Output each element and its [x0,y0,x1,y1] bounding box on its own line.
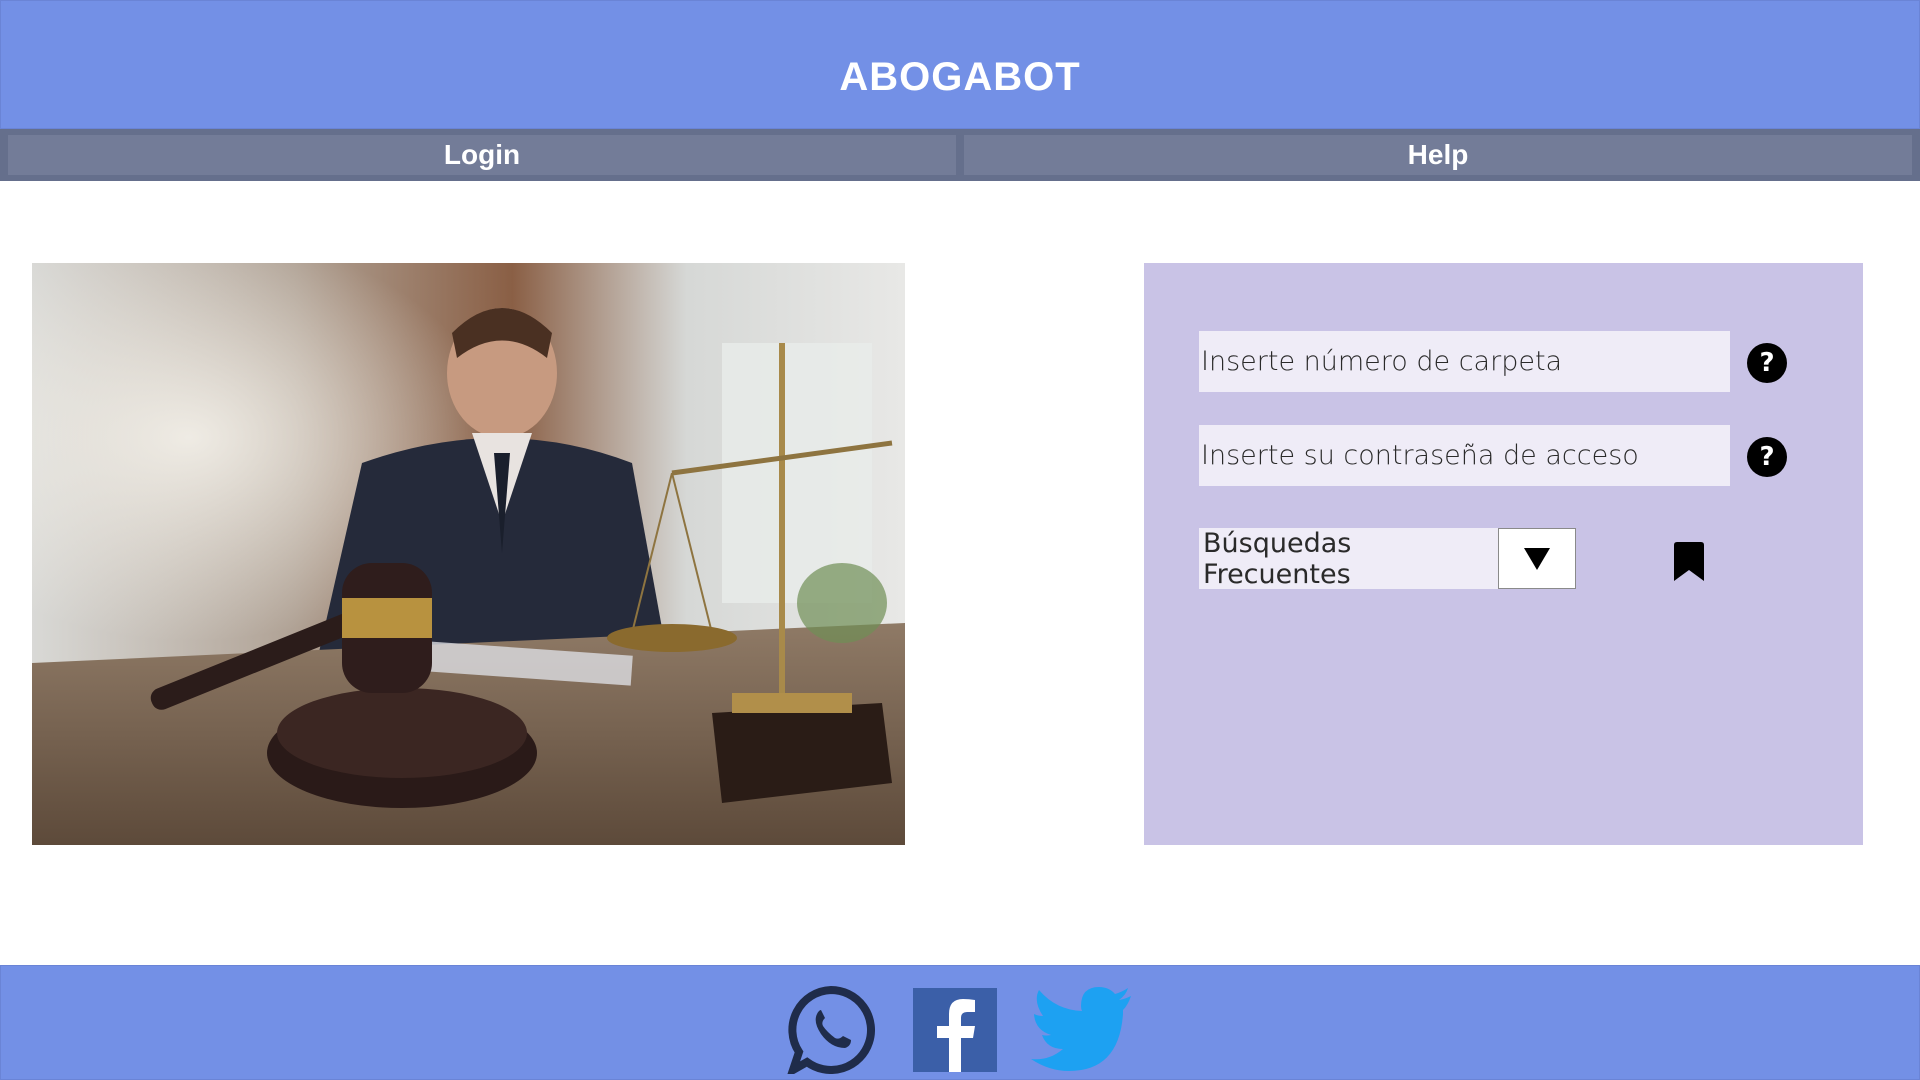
dropdown-arrow-button[interactable] [1498,528,1576,589]
frequent-searches-value: Búsquedas Frecuentes [1203,527,1352,590]
lawyer-gavel-scales-photo [32,263,905,845]
chevron-down-icon [1524,547,1550,570]
password-input[interactable] [1199,425,1730,486]
twitter-icon[interactable] [1029,986,1133,1079]
login-button[interactable]: Login [8,135,956,175]
folder-help-icon[interactable]: ? [1747,343,1787,383]
nav-bar: Login Help [0,129,1920,181]
frequent-searches-dropdown[interactable]: Búsquedas Frecuentes [1199,527,1576,590]
footer [0,965,1920,1080]
facebook-icon[interactable] [911,986,999,1079]
hero-image [32,263,905,845]
folder-number-input[interactable] [1199,331,1730,392]
bookmark-icon[interactable] [1670,542,1708,582]
app-header: ABOGABOT [0,0,1920,129]
help-button[interactable]: Help [964,135,1912,175]
search-panel: ? ? Búsquedas Frecuentes [1144,263,1863,845]
app-title: ABOGABOT [839,55,1081,99]
whatsapp-icon[interactable] [785,985,875,1079]
password-help-icon[interactable]: ? [1747,437,1787,477]
